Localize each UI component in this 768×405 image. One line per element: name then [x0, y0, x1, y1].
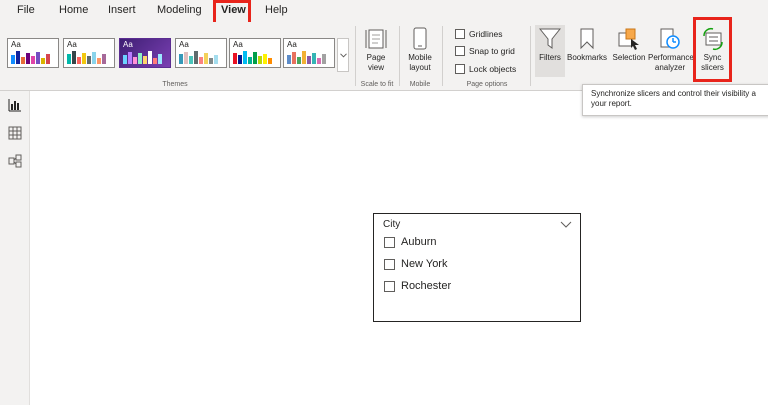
- menu-bar: File Home Insert Modeling View Help: [0, 0, 768, 22]
- slicer-checkbox[interactable]: [384, 236, 395, 248]
- ribbon-separator: [355, 26, 356, 86]
- slicer-title: City: [383, 219, 401, 230]
- tooltip-line-2: your report.: [591, 99, 632, 108]
- gridlines-label: Gridlines: [469, 29, 503, 39]
- checkbox-box[interactable]: [455, 46, 465, 56]
- selection-label: Selection: [612, 53, 646, 62]
- mobile-layout-button[interactable]: Mobile layout: [403, 27, 437, 73]
- snap-to-grid-checkbox[interactable]: Snap to grid: [455, 46, 515, 56]
- page-view-button[interactable]: Page view: [361, 27, 391, 73]
- slicer-item-rochester[interactable]: Rochester: [384, 280, 451, 292]
- menu-modeling[interactable]: Modeling: [157, 4, 202, 16]
- ribbon-separator: [530, 26, 531, 86]
- filter-funnel-icon: [539, 28, 561, 49]
- gridlines-checkbox[interactable]: Gridlines: [455, 29, 503, 39]
- menu-help[interactable]: Help: [265, 4, 288, 16]
- mobile-group-label: Mobile: [409, 81, 431, 88]
- theme-thumb-6[interactable]: Aa: [283, 38, 335, 68]
- page-view-icon: [365, 29, 387, 49]
- menu-file[interactable]: File: [17, 4, 35, 16]
- theme-thumb-4[interactable]: Aa: [175, 38, 227, 68]
- ribbon-separator: [399, 26, 400, 86]
- slicer-checkbox[interactable]: [384, 258, 395, 270]
- slicer-item-label: New York: [401, 258, 448, 270]
- menu-insert[interactable]: Insert: [108, 4, 136, 16]
- slicer-item-label: Auburn: [401, 236, 437, 248]
- slicer-item-auburn[interactable]: Auburn: [384, 236, 436, 248]
- slicer-item-new-york[interactable]: New York: [384, 258, 447, 270]
- theme-thumb-3[interactable]: Aa: [119, 38, 171, 68]
- theme-thumb-5[interactable]: Aa: [229, 38, 281, 68]
- slicer-checkbox[interactable]: [384, 280, 395, 292]
- page-options-group-label: Page options: [466, 81, 508, 88]
- chevron-down-icon[interactable]: [560, 219, 572, 229]
- chevron-down-icon: [339, 52, 347, 58]
- performance-label-2: analyzer: [654, 63, 686, 72]
- report-view-icon[interactable]: [8, 98, 22, 112]
- checkbox-box[interactable]: [455, 29, 465, 39]
- performance-analyzer-icon: [660, 28, 680, 49]
- filters-label: Filters: [539, 53, 561, 62]
- model-view-icon[interactable]: [8, 154, 22, 168]
- selection-icon: [618, 28, 639, 50]
- themes-dropdown-button[interactable]: [337, 38, 349, 72]
- page-view-label: Page view: [366, 53, 386, 72]
- slicer-item-label: Rochester: [401, 280, 452, 292]
- scale-group-label: Scale to fit: [360, 81, 394, 88]
- data-view-icon[interactable]: [8, 126, 22, 140]
- theme-aa-label: Aa: [233, 40, 243, 49]
- theme-aa-label: Aa: [179, 40, 189, 49]
- menu-home[interactable]: Home: [59, 4, 88, 16]
- checkbox-box[interactable]: [455, 64, 465, 74]
- theme-thumb-1[interactable]: Aa: [7, 38, 59, 68]
- bookmarks-label: Bookmarks: [566, 53, 607, 62]
- themes-group-label: Themes: [162, 81, 188, 88]
- bookmarks-button[interactable]: Bookmarks: [565, 27, 609, 63]
- city-slicer[interactable]: City Auburn New York Rochester: [373, 213, 581, 322]
- bookmark-icon: [580, 28, 594, 50]
- theme-aa-label: Aa: [11, 40, 21, 49]
- sync-slicers-highlight: [693, 17, 732, 82]
- performance-label-1: Performance: [648, 53, 694, 62]
- mobile-layout-label: Mobile layout: [408, 53, 432, 72]
- performance-analyzer-button[interactable]: Performance analyzer: [648, 27, 694, 73]
- selection-button[interactable]: Selection: [610, 27, 648, 63]
- tooltip-line-1: Synchronize slicers and control their vi…: [591, 89, 756, 98]
- theme-aa-label: Aa: [67, 40, 77, 49]
- ribbon-separator: [442, 26, 443, 86]
- theme-aa-label: Aa: [123, 40, 133, 49]
- theme-aa-label: Aa: [287, 40, 297, 49]
- view-switcher-sidebar: [0, 91, 30, 405]
- snap-label: Snap to grid: [469, 46, 515, 56]
- lock-label: Lock objects: [469, 64, 517, 74]
- lock-objects-checkbox[interactable]: Lock objects: [455, 64, 516, 74]
- sync-slicers-tooltip: Synchronize slicers and control their vi…: [582, 84, 768, 116]
- mobile-phone-icon: [413, 27, 427, 50]
- theme-thumb-2[interactable]: Aa: [63, 38, 115, 68]
- filters-button[interactable]: Filters: [535, 27, 565, 63]
